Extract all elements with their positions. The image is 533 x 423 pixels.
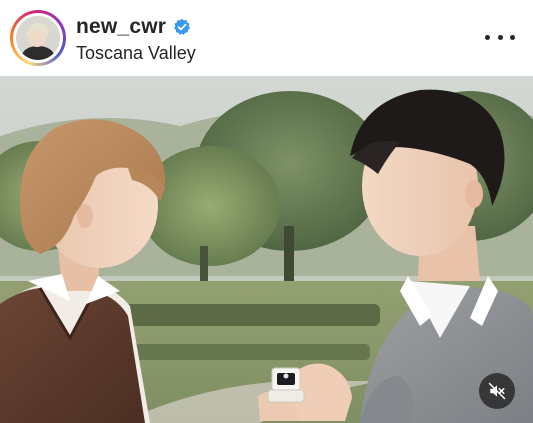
video-frame-image xyxy=(0,76,533,423)
instagram-post: new_cwr Toscana Valley xyxy=(0,0,533,423)
post-header: new_cwr Toscana Valley xyxy=(0,0,533,76)
post-location[interactable]: Toscana Valley xyxy=(76,43,196,64)
post-media[interactable] xyxy=(0,76,533,423)
avatar[interactable] xyxy=(16,16,60,60)
mute-toggle-button[interactable] xyxy=(479,373,515,409)
username-row: new_cwr xyxy=(76,14,191,40)
avatar-border xyxy=(13,13,63,63)
more-dot-icon xyxy=(485,34,490,40)
more-dot-icon xyxy=(497,34,503,40)
profile-avatar-icon xyxy=(16,16,60,60)
username[interactable]: new_cwr xyxy=(76,15,166,39)
story-ring[interactable] xyxy=(10,10,66,66)
verified-badge-icon xyxy=(174,18,191,35)
more-options-button[interactable] xyxy=(485,26,515,48)
speaker-muted-icon xyxy=(488,382,506,400)
more-dot-icon xyxy=(510,34,515,40)
